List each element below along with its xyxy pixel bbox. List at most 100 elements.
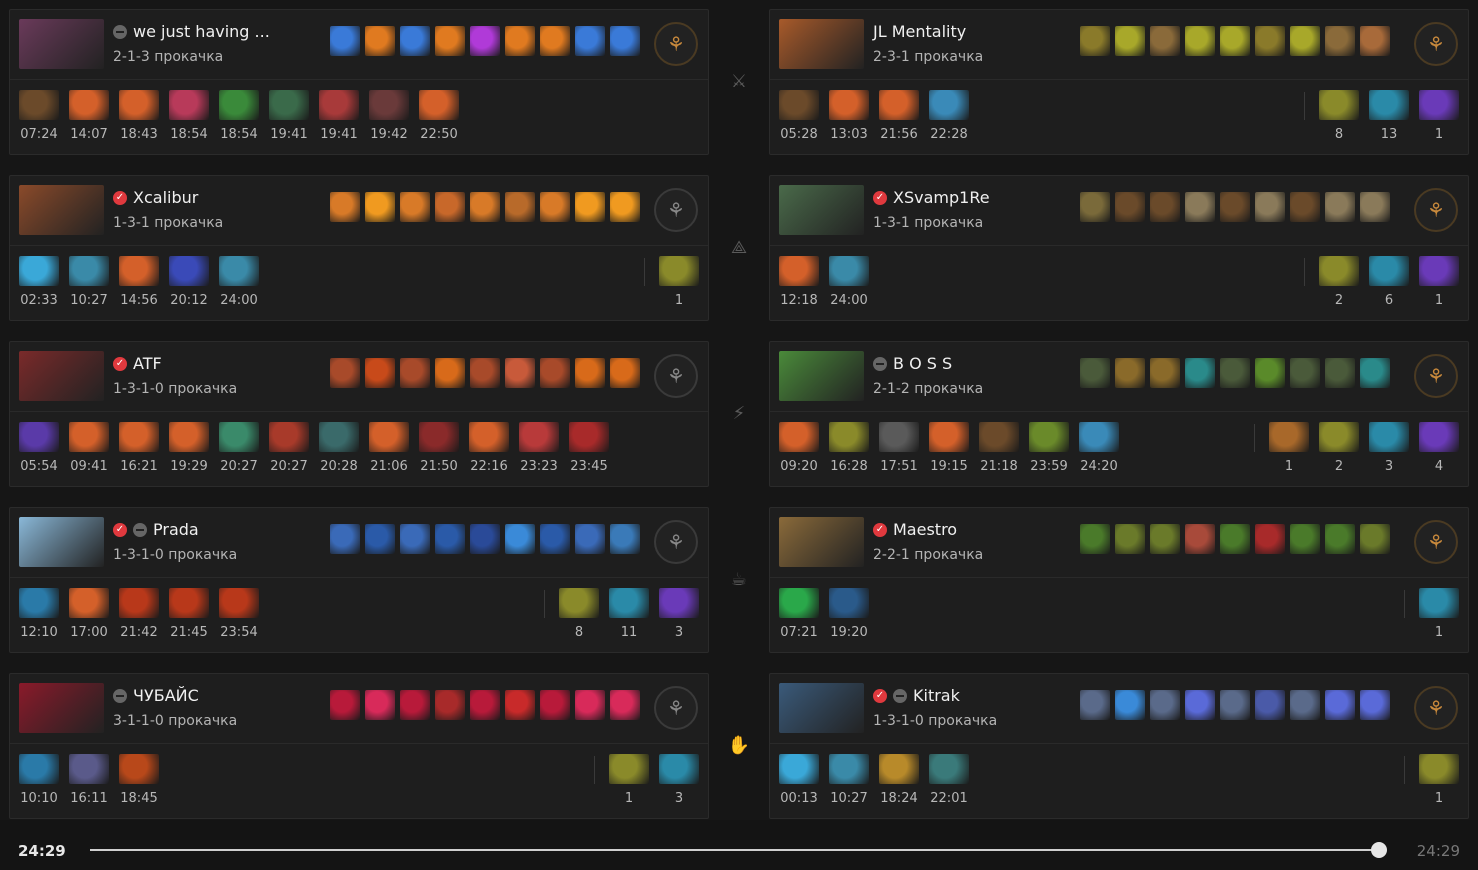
item-icon[interactable]	[1079, 422, 1119, 452]
item-icon[interactable]	[69, 422, 109, 452]
hero-avatar[interactable]	[779, 185, 864, 235]
talent-tree-icon[interactable]: ⚘	[654, 354, 698, 398]
item-icon[interactable]	[369, 90, 409, 120]
skill-icon[interactable]	[400, 690, 430, 720]
skill-icon[interactable]	[1115, 358, 1145, 388]
consumable-icon[interactable]	[1369, 422, 1409, 452]
skill-icon[interactable]	[1080, 26, 1110, 56]
timeline-track[interactable]	[90, 849, 1380, 851]
item-icon[interactable]	[119, 422, 159, 452]
skill-icon[interactable]	[1290, 358, 1320, 388]
consumable-icon[interactable]	[1269, 422, 1309, 452]
skill-icon[interactable]	[505, 192, 535, 222]
item-icon[interactable]	[19, 754, 59, 784]
skill-icon[interactable]	[1080, 358, 1110, 388]
skill-icon[interactable]	[365, 524, 395, 554]
timeline-thumb[interactable]	[1371, 842, 1387, 858]
item-icon[interactable]	[219, 588, 259, 618]
skill-icon[interactable]	[1150, 690, 1180, 720]
skill-icon[interactable]	[505, 26, 535, 56]
skill-icon[interactable]	[1115, 192, 1145, 222]
skill-icon[interactable]	[1150, 358, 1180, 388]
item-icon[interactable]	[929, 422, 969, 452]
consumable-icon[interactable]	[1419, 422, 1459, 452]
item-icon[interactable]	[119, 256, 159, 286]
skill-icon[interactable]	[1325, 524, 1355, 554]
item-icon[interactable]	[569, 422, 609, 452]
item-icon[interactable]	[119, 754, 159, 784]
item-icon[interactable]	[19, 422, 59, 452]
item-icon[interactable]	[879, 90, 919, 120]
item-icon[interactable]	[69, 90, 109, 120]
player-name[interactable]: ✓ XSvamp1Re	[873, 188, 990, 207]
skill-icon[interactable]	[1220, 690, 1250, 720]
skill-icon[interactable]	[575, 26, 605, 56]
skill-icon[interactable]	[1150, 26, 1180, 56]
consumable-icon[interactable]	[659, 588, 699, 618]
item-icon[interactable]	[19, 588, 59, 618]
skill-icon[interactable]	[575, 358, 605, 388]
hero-avatar[interactable]	[779, 19, 864, 69]
item-icon[interactable]	[169, 90, 209, 120]
skill-icon[interactable]	[505, 524, 535, 554]
item-icon[interactable]	[469, 422, 509, 452]
skill-icon[interactable]	[1325, 358, 1355, 388]
item-icon[interactable]	[779, 256, 819, 286]
skill-icon[interactable]	[1255, 524, 1285, 554]
skill-icon[interactable]	[400, 26, 430, 56]
hero-avatar[interactable]	[19, 19, 104, 69]
hero-avatar[interactable]	[779, 351, 864, 401]
item-icon[interactable]	[879, 422, 919, 452]
skill-icon[interactable]	[1185, 26, 1215, 56]
consumable-icon[interactable]	[1419, 588, 1459, 618]
skill-icon[interactable]	[365, 26, 395, 56]
item-icon[interactable]	[829, 754, 869, 784]
item-icon[interactable]	[69, 588, 109, 618]
skill-icon[interactable]	[575, 524, 605, 554]
skill-icon[interactable]	[435, 358, 465, 388]
hero-avatar[interactable]	[19, 185, 104, 235]
skill-icon[interactable]	[435, 690, 465, 720]
consumable-icon[interactable]	[609, 588, 649, 618]
item-icon[interactable]	[829, 90, 869, 120]
skill-icon[interactable]	[1115, 26, 1145, 56]
item-icon[interactable]	[929, 754, 969, 784]
skill-icon[interactable]	[400, 192, 430, 222]
player-name[interactable]: ✓ Maestro	[873, 520, 957, 539]
skill-icon[interactable]	[1360, 524, 1390, 554]
item-icon[interactable]	[519, 422, 559, 452]
skill-icon[interactable]	[1255, 358, 1285, 388]
item-icon[interactable]	[419, 90, 459, 120]
item-icon[interactable]	[1029, 422, 1069, 452]
skill-icon[interactable]	[1360, 358, 1390, 388]
skill-icon[interactable]	[610, 524, 640, 554]
skill-icon[interactable]	[470, 26, 500, 56]
skill-icon[interactable]	[1150, 524, 1180, 554]
skill-icon[interactable]	[1255, 690, 1285, 720]
consumable-icon[interactable]	[1319, 90, 1359, 120]
skill-icon[interactable]	[1255, 26, 1285, 56]
item-icon[interactable]	[69, 754, 109, 784]
hero-avatar[interactable]	[779, 517, 864, 567]
player-name[interactable]: B O S S	[873, 354, 952, 373]
skill-icon[interactable]	[1325, 26, 1355, 56]
skill-icon[interactable]	[575, 192, 605, 222]
player-name[interactable]: ЧУБАЙС	[113, 686, 199, 705]
skill-icon[interactable]	[1115, 524, 1145, 554]
item-icon[interactable]	[269, 90, 309, 120]
skill-icon[interactable]	[1290, 192, 1320, 222]
skill-icon[interactable]	[610, 192, 640, 222]
item-icon[interactable]	[829, 422, 869, 452]
item-icon[interactable]	[219, 422, 259, 452]
talent-tree-icon[interactable]: ⚘	[1414, 354, 1458, 398]
skill-icon[interactable]	[1115, 690, 1145, 720]
hero-avatar[interactable]	[19, 351, 104, 401]
consumable-icon[interactable]	[1419, 754, 1459, 784]
skill-icon[interactable]	[330, 524, 360, 554]
talent-tree-icon[interactable]: ⚘	[654, 686, 698, 730]
talent-tree-icon[interactable]: ⚘	[654, 188, 698, 232]
skill-icon[interactable]	[1185, 690, 1215, 720]
player-name[interactable]: ✓ Prada	[113, 520, 199, 539]
skill-icon[interactable]	[435, 192, 465, 222]
item-icon[interactable]	[19, 256, 59, 286]
